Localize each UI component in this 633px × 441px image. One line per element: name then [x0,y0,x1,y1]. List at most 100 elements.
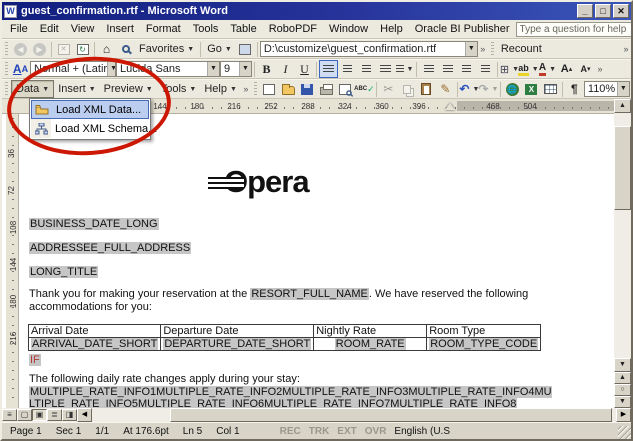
show-web-toolbar-icon[interactable] [236,40,255,58]
italic-button[interactable]: I [276,60,295,78]
business-date-field[interactable]: BUSINESS_DATE_LONG [29,218,159,230]
insert-hyperlink-icon[interactable]: 🌐 [503,80,522,98]
view-outline-icon[interactable]: ≣ [47,409,62,421]
menu-insert[interactable]: Insert [100,21,140,37]
go-button[interactable]: Go▼ [203,40,236,58]
menu-oracle-bi-publisher[interactable]: Oracle BI Publisher [409,21,516,37]
vertical-ruler[interactable]: 36 72 108 144 180 216 [6,114,19,408]
menu-view[interactable]: View [65,21,101,37]
document-page[interactable]: Opera BUSINESS_DATE_LONG ADDRESSEE_FULL_… [20,114,614,408]
grow-font-icon[interactable]: A▴ [557,60,576,78]
print-icon[interactable] [317,80,336,98]
select-browse-object-icon[interactable]: ○ [614,384,631,396]
copy-icon[interactable] [398,80,417,98]
zoom-combo[interactable]: 110%▼ [584,81,630,97]
print-preview-icon[interactable] [336,80,355,98]
toolbar-grip[interactable] [491,42,494,56]
right-indent-marker[interactable] [445,103,455,110]
toolbar-grip[interactable] [5,62,8,76]
vertical-scroll-thumb[interactable] [614,126,631,210]
favorites-button[interactable]: Favorites▼ [135,40,198,58]
search-icon[interactable] [116,40,135,58]
view-reading-icon[interactable]: ◨ [62,409,77,421]
underline-button[interactable]: U [295,60,314,78]
increase-indent-icon[interactable] [476,60,495,78]
back-icon[interactable]: ◀ [11,40,30,58]
line-spacing-icon[interactable]: ▼ [395,60,414,78]
new-document-icon[interactable] [260,80,279,98]
open-icon[interactable] [279,80,298,98]
font-color-icon[interactable]: A▼ [538,60,557,78]
minimize-button[interactable]: _ [577,4,593,18]
highlight-icon[interactable]: ab▼ [519,60,538,78]
align-right-button[interactable] [357,60,376,78]
recount-button[interactable]: Recount [497,40,546,58]
bi-toolbar-chevron[interactable]: » [241,84,251,94]
menu-file[interactable]: File [4,21,34,37]
styles-and-formatting-icon[interactable]: AA [11,60,30,78]
horizontal-scroll-thumb[interactable] [170,408,612,422]
spelling-icon[interactable]: ABC✓ [355,80,374,98]
font-size-combo[interactable]: 9▼ [220,61,252,77]
arrival-date-field[interactable]: ARRIVAL_DATE_SHORT [31,338,158,350]
status-ext-toggle[interactable]: EXT [337,426,356,437]
style-combo[interactable]: Normal + (Latir▼ [30,61,116,77]
bi-help-menu-button[interactable]: Help▼ [200,80,241,98]
status-trk-toggle[interactable]: TRK [309,426,330,437]
menu-robopdf[interactable]: RoboPDF [263,21,323,37]
vertical-scroll-track[interactable] [614,113,631,358]
maximize-button[interactable]: □ [595,4,611,18]
menu-window[interactable]: Window [323,21,374,37]
numbered-list-icon[interactable] [419,60,438,78]
menu-tools[interactable]: Tools [187,21,225,37]
insert-table-icon[interactable] [541,80,560,98]
save-icon[interactable] [298,80,317,98]
departure-date-field[interactable]: DEPARTURE_DATE_SHORT [163,338,311,350]
paste-icon[interactable] [417,80,436,98]
menu-item-load-xml-data[interactable]: Load XML Data... [31,100,149,119]
room-rate-field[interactable]: ROOM_RATE [335,338,406,350]
format-painter-icon[interactable]: ✎ [436,80,455,98]
menu-edit[interactable]: Edit [34,21,65,37]
cut-icon[interactable]: ✂ [379,80,398,98]
scroll-up-icon[interactable]: ▲ [614,99,631,113]
formatting-toolbar-chevron[interactable]: » [595,64,605,74]
menu-item-load-xml-schema[interactable]: Load XML Schema... [31,119,149,138]
bullet-list-icon[interactable] [438,60,457,78]
bi-tools-menu-button[interactable]: Tools▼ [157,80,201,98]
undo-icon[interactable]: ↶▼ [460,80,479,98]
toolbar-grip[interactable] [5,42,8,56]
scroll-down-icon[interactable]: ▼ [614,358,631,372]
toolbar-grip[interactable] [5,82,8,96]
menu-format[interactable]: Format [140,21,187,37]
view-print-layout-icon[interactable]: ▣ [32,409,47,421]
stop-icon[interactable]: ✕ [54,40,73,58]
scroll-left-icon[interactable]: ◀ [77,408,92,422]
vertical-scrollbar[interactable]: ▲ ▼ ▲▲ ○ ▼▼ [614,99,631,408]
insert-excel-worksheet-icon[interactable]: X [522,80,541,98]
status-rec-toggle[interactable]: REC [280,426,301,437]
long-title-field[interactable]: LONG_TITLE [29,266,98,278]
toolbar-grip[interactable] [254,82,257,96]
address-combo[interactable]: D:\customize\guest_confirmation.rtf▼ [260,41,478,57]
bold-button[interactable]: B [257,60,276,78]
show-paragraph-marks-icon[interactable]: ¶ [565,80,584,98]
border-icon[interactable]: ⊞▼ [500,60,519,78]
align-center-button[interactable] [338,60,357,78]
window-resize-grip[interactable] [618,426,631,439]
justify-button[interactable] [376,60,395,78]
close-button[interactable]: ✕ [613,4,629,18]
next-page-icon[interactable]: ▼▼ [614,396,631,408]
horizontal-scroll-track[interactable] [92,408,616,422]
bi-data-menu-button[interactable]: Data▼ [11,80,54,98]
menu-help[interactable]: Help [374,21,409,37]
wordcount-toolbar-chevron[interactable]: » [621,44,631,54]
menu-table[interactable]: Table [224,21,262,37]
if-marker-field[interactable]: IF [29,354,41,366]
redo-icon[interactable]: ↷▼ [479,80,498,98]
home-icon[interactable]: ⌂ [97,40,116,58]
decrease-indent-icon[interactable] [457,60,476,78]
view-normal-icon[interactable]: ≡ [2,409,17,421]
help-question-input[interactable] [516,22,633,37]
bi-insert-menu-button[interactable]: Insert▼ [54,80,99,98]
